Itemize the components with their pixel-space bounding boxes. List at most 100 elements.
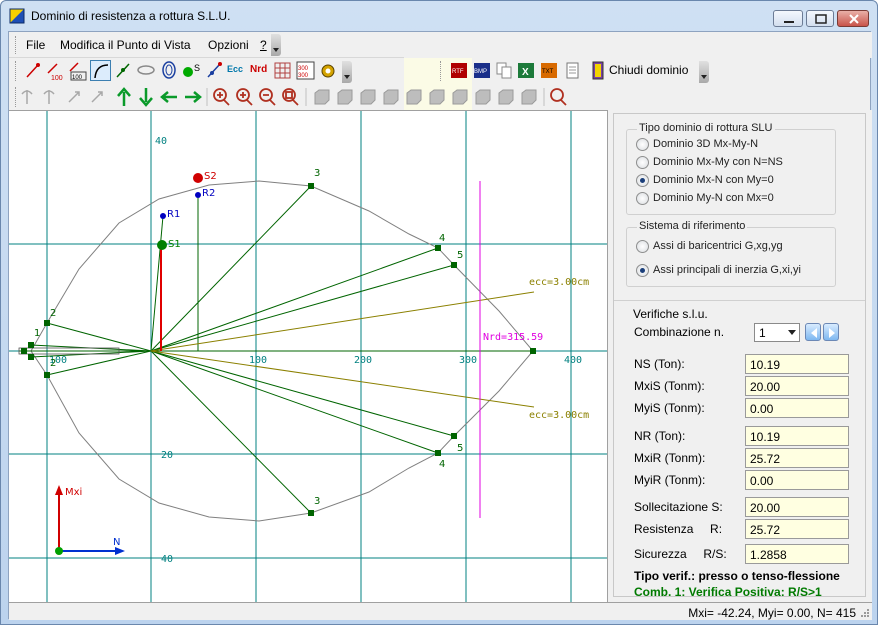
title-bar[interactable]: Dominio di resistenza a rottura S.L.U. (1, 1, 877, 31)
radio-button[interactable] (636, 240, 649, 253)
svg-text:X: X (522, 67, 529, 78)
tool-section[interactable] (159, 60, 180, 81)
status-coordinates: Mxi= -42.24, Myi= 0.00, N= 415 (688, 606, 856, 620)
ecc-label-lower: ecc=3.00cm (529, 410, 589, 421)
tool-s-point[interactable]: S (181, 60, 202, 81)
tool-nrd[interactable]: Nrd (249, 60, 270, 81)
toolbar-main: 100 100 S Ecc Nrd 300 300 RTF BMP X TXT … (9, 58, 872, 84)
export-txt-button[interactable]: TXT (539, 60, 560, 81)
copy-icon (496, 62, 512, 79)
node-marker (308, 510, 314, 516)
tool-ecc[interactable]: Ecc (226, 60, 247, 81)
axis-icon-mxi-label: Mxi (65, 487, 82, 498)
radio-button[interactable] (636, 138, 649, 151)
tipo-verifica-text: Tipo verif.: presso o tenso-flessione (634, 569, 840, 583)
point-r2[interactable] (195, 192, 201, 198)
resize-grip-icon[interactable] (859, 607, 870, 618)
document-icon (566, 62, 579, 79)
txt-file-icon: TXT (541, 63, 557, 78)
tool-settings[interactable] (318, 60, 339, 81)
segment-5-lower (150, 350, 455, 437)
mxir-field[interactable]: 25.72 (745, 448, 849, 468)
verifiche-separator (614, 300, 865, 301)
pin-100-boxed-icon: 100 (69, 62, 87, 81)
export-rtf-button[interactable]: RTF (449, 60, 470, 81)
combination-select[interactable]: 1 (754, 323, 800, 342)
toolbar-overflow-chevron[interactable] (342, 61, 352, 83)
close-domain-button[interactable] (588, 60, 609, 81)
menu-overflow-chevron[interactable] (271, 34, 281, 56)
minimize-icon (784, 21, 794, 23)
node-marker (451, 262, 457, 268)
combination-prev-button[interactable] (805, 323, 821, 341)
ecc-line-upper (150, 291, 535, 352)
point-s1[interactable] (157, 240, 167, 250)
axis-orientation-icon: Mxi N (55, 485, 125, 555)
myis-label: MyiS (Tonm): (634, 401, 705, 415)
client-area: File Modifica il Punto di Vista Opzioni … (8, 31, 872, 620)
point-s2[interactable] (193, 173, 203, 183)
sollecitazione-label: Sollecitazione S: (634, 500, 723, 514)
reference-system-group-title: Sistema di riferimento (637, 220, 748, 232)
tool-grid[interactable] (272, 60, 293, 81)
radio-button[interactable] (636, 192, 649, 205)
point-r1[interactable] (160, 213, 166, 219)
sollecitazione-field[interactable]: 20.00 (745, 497, 849, 517)
tool-scale[interactable]: 300 300 (295, 60, 316, 81)
grid-icon (274, 62, 291, 79)
tick-y-neg40: 40 (161, 554, 173, 565)
tick-y-20: 20 (161, 450, 173, 461)
window-title: Dominio di resistenza a rottura S.L.U. (31, 9, 231, 23)
node-number-3-upper: 3 (314, 168, 320, 179)
menu-bar: File Modifica il Punto di Vista Opzioni … (9, 32, 872, 58)
maximize-button[interactable] (806, 10, 834, 27)
menu-opzioni[interactable]: Opzioni (208, 38, 249, 52)
menu-grip[interactable] (15, 36, 18, 54)
tool-line-green[interactable] (113, 60, 134, 81)
myis-field[interactable]: 0.00 (745, 398, 849, 418)
copy-button[interactable] (494, 60, 515, 81)
combination-next-button[interactable] (823, 323, 839, 341)
sicurezza-field[interactable]: 1.2858 (745, 544, 849, 564)
resistenza-field[interactable]: 25.72 (745, 519, 849, 539)
minimize-button[interactable] (773, 10, 803, 27)
myir-field[interactable]: 0.00 (745, 470, 849, 490)
close-window-button[interactable] (837, 10, 869, 27)
toolbar-right-chevron[interactable] (699, 61, 709, 83)
ecc-label-upper: ecc=3.00cm (529, 277, 589, 288)
domain-plot-area[interactable]: 100 100 200 300 400 40 20 40 ecc=3.00cm … (9, 110, 607, 603)
view-tools-strip (21, 87, 567, 107)
print-preview-button[interactable] (562, 60, 583, 81)
tool-point-100-alt[interactable]: 100 (67, 60, 88, 81)
export-bmp-button[interactable]: BMP (472, 60, 493, 81)
node-number-2-upper: 2 (50, 308, 56, 319)
toolbar-view-grip[interactable] (15, 87, 18, 107)
toolbar-right-grip[interactable] (440, 61, 443, 81)
tool-curve[interactable] (90, 60, 111, 81)
resistenza-label: Resistenza R: (634, 522, 723, 536)
ns-field[interactable]: 10.19 (745, 354, 849, 374)
combination-label: Combinazione n. (634, 325, 725, 339)
menu-file[interactable]: File (26, 38, 45, 52)
red-pin-100-icon: 100 (47, 63, 63, 81)
node-number-5-upper: 5 (457, 250, 463, 261)
tool-point[interactable] (23, 60, 44, 81)
tool-ellipse[interactable] (136, 60, 157, 81)
nr-field[interactable]: 10.19 (745, 426, 849, 446)
gear-icon (321, 64, 335, 78)
toolbar-grip[interactable] (15, 61, 18, 81)
segment-4-upper (150, 247, 439, 352)
domain-chart[interactable]: 100 100 200 300 400 40 20 40 ecc=3.00cm … (9, 111, 607, 603)
ecc-label: Ecc (227, 64, 244, 74)
radio-button[interactable] (636, 156, 649, 169)
export-excel-button[interactable]: X (516, 60, 537, 81)
menu-modifica-punto-vista[interactable]: Modifica il Punto di Vista (60, 38, 191, 52)
mxis-field[interactable]: 20.00 (745, 376, 849, 396)
radio-button-selected[interactable] (636, 264, 649, 277)
tool-point-100[interactable]: 100 (45, 60, 66, 81)
menu-help[interactable]: ? (260, 38, 267, 52)
radio-button-selected[interactable] (636, 174, 649, 187)
close-domain-label[interactable]: Chiudi dominio (609, 63, 688, 77)
tool-rs-line[interactable] (204, 60, 225, 81)
bmp-file-icon: BMP (474, 63, 490, 78)
